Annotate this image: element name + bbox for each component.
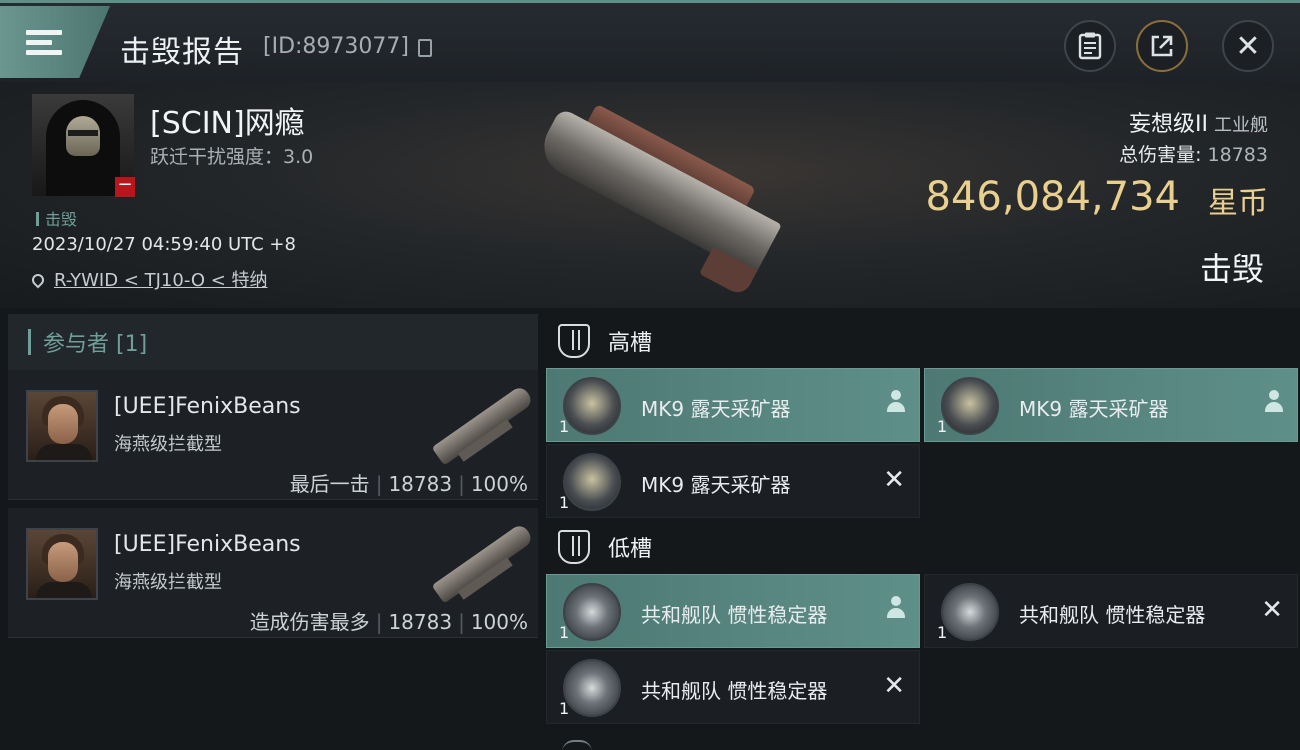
high-slot-header: 高槽 xyxy=(558,324,652,358)
module-qty: 1 xyxy=(559,699,570,718)
module-item[interactable]: 1 共和舰队 惯性稳定器 ✕ xyxy=(546,650,920,724)
total-damage-value: 18783 xyxy=(1207,144,1268,166)
dropped-icon xyxy=(887,389,905,419)
warp-scramble-strength: 跃迁干扰强度：3.0 xyxy=(150,146,314,168)
participant-damage: 18783 xyxy=(388,610,453,634)
total-damage: 总伤害量: 18783 xyxy=(1119,140,1268,167)
clipboard-button[interactable] xyxy=(1064,20,1116,72)
strip-miner-icon xyxy=(563,377,621,435)
module-qty: 1 xyxy=(559,493,570,512)
module-name: 共和舰队 惯性稳定器 xyxy=(1019,603,1206,627)
clipboard-icon xyxy=(1078,32,1102,60)
module-name: 共和舰队 惯性稳定器 xyxy=(641,679,828,703)
next-slot-header-partial xyxy=(562,740,592,750)
participant-row[interactable]: [UEE]FenixBeans 海燕级拦截型 造成伤害最多 | 18783 | 100% xyxy=(8,508,538,638)
participant-row[interactable]: [UEE]FenixBeans 海燕级拦截型 最后一击 | 18783 | 100% xyxy=(8,370,538,500)
kill-time: 2023/10/27 04:59:40 UTC +8 xyxy=(32,234,296,255)
module-item[interactable]: 1 共和舰队 惯性稳定器 ✕ xyxy=(924,574,1298,648)
participant-avatar[interactable] xyxy=(26,390,98,462)
participant-percent: 100% xyxy=(470,610,528,634)
kill-location[interactable]: R-YWID < TJ10-O < 特纳 xyxy=(29,266,268,292)
kill-tag: 击毁 xyxy=(36,206,77,230)
participants-panel: 参与者 [1] [UEE]FenixBeans 海燕级拦截型 最后一击 | 1878… xyxy=(0,308,540,750)
kill-header: − [SCIN]网瘾 跃迁干扰强度：3.0 击毁 2023/10/27 04:5… xyxy=(0,82,1300,308)
module-name: 共和舰队 惯性稳定器 xyxy=(641,603,828,627)
victim-name[interactable]: [SCIN]网瘾 xyxy=(150,98,305,142)
module-item[interactable]: 1 MK9 露天采矿器 ✕ xyxy=(546,444,920,518)
ship-class: 妄想级II 工业舰 xyxy=(1129,106,1268,138)
participants-header: 参与者 [1] xyxy=(8,314,538,370)
module-qty: 1 xyxy=(937,623,948,642)
destroyed-icon: ✕ xyxy=(883,465,905,495)
module-name: MK9 露天采矿器 xyxy=(641,397,791,421)
hamburger-icon xyxy=(26,25,62,60)
module-name: MK9 露天采矿器 xyxy=(641,473,791,497)
participant-damage: 18783 xyxy=(388,472,453,496)
inertial-stabilizer-icon xyxy=(563,659,621,717)
participant-avatar[interactable] xyxy=(26,528,98,600)
inertial-stabilizer-icon xyxy=(563,583,621,641)
participant-name: [UEE]FenixBeans xyxy=(114,532,301,557)
ship-type: 工业舰 xyxy=(1214,115,1268,136)
module-item[interactable]: 1 MK9 露天采矿器 xyxy=(924,368,1298,442)
share-button[interactable] xyxy=(1136,20,1188,72)
close-button[interactable]: ✕ xyxy=(1222,20,1274,72)
participant-role: 造成伤害最多 xyxy=(249,610,370,634)
high-slot-title: 高槽 xyxy=(608,331,653,356)
high-slot-icon xyxy=(558,324,590,358)
module-qty: 1 xyxy=(937,417,948,436)
destroyed-icon: ✕ xyxy=(1261,595,1283,625)
top-bar: 击毁报告 [ID:8973077] ✕ xyxy=(0,0,1300,82)
dropped-icon xyxy=(887,595,905,625)
kill-status: 击毁 xyxy=(1199,250,1264,288)
participant-role: 最后一击 xyxy=(289,472,370,496)
module-name: MK9 露天采矿器 xyxy=(1019,397,1169,421)
low-slot-title: 低槽 xyxy=(608,537,653,562)
module-qty: 1 xyxy=(559,623,570,642)
location-text[interactable]: R-YWID < TJ10-O < 特纳 xyxy=(54,270,268,291)
module-item[interactable]: 1 共和舰队 惯性稳定器 xyxy=(546,574,920,648)
victim-ship-image xyxy=(491,50,819,345)
isk-unit: 星币 xyxy=(1208,186,1268,221)
module-qty: 1 xyxy=(559,417,570,436)
low-slot-header: 低槽 xyxy=(558,530,652,564)
participant-percent: 100% xyxy=(470,472,528,496)
location-pin-icon xyxy=(29,271,47,289)
copy-id-icon[interactable] xyxy=(418,39,432,57)
strip-miner-icon xyxy=(941,377,999,435)
report-id: [ID:8973077] xyxy=(263,34,409,59)
participant-ship: 海燕级拦截型 xyxy=(114,572,222,593)
participant-stats: 最后一击 | 18783 | 100% xyxy=(289,472,528,496)
fitting-panel: 高槽 1 MK9 露天采矿器 1 MK9 露天采矿器 1 MK9 露天采矿器 ✕… xyxy=(540,308,1300,750)
hostile-badge-icon: − xyxy=(115,176,135,197)
module-item[interactable]: 1 MK9 露天采矿器 xyxy=(546,368,920,442)
strip-miner-icon xyxy=(563,453,621,511)
page-title: 击毁报告 xyxy=(120,35,244,70)
participant-ship: 海燕级拦截型 xyxy=(114,434,222,455)
participant-stats: 造成伤害最多 | 18783 | 100% xyxy=(249,610,528,634)
menu-button[interactable] xyxy=(0,6,110,78)
ship-class-name: 妄想级II xyxy=(1129,112,1208,137)
total-damage-label: 总伤害量: xyxy=(1119,144,1202,166)
inertial-stabilizer-icon xyxy=(941,583,999,641)
dropped-icon xyxy=(1265,389,1283,419)
destroyed-icon: ✕ xyxy=(883,671,905,701)
participant-name: [UEE]FenixBeans xyxy=(114,394,301,419)
share-icon xyxy=(1151,35,1173,57)
close-icon: ✕ xyxy=(1235,28,1261,64)
isk-value: 846,084,734 xyxy=(925,174,1180,220)
low-slot-icon xyxy=(558,530,590,564)
